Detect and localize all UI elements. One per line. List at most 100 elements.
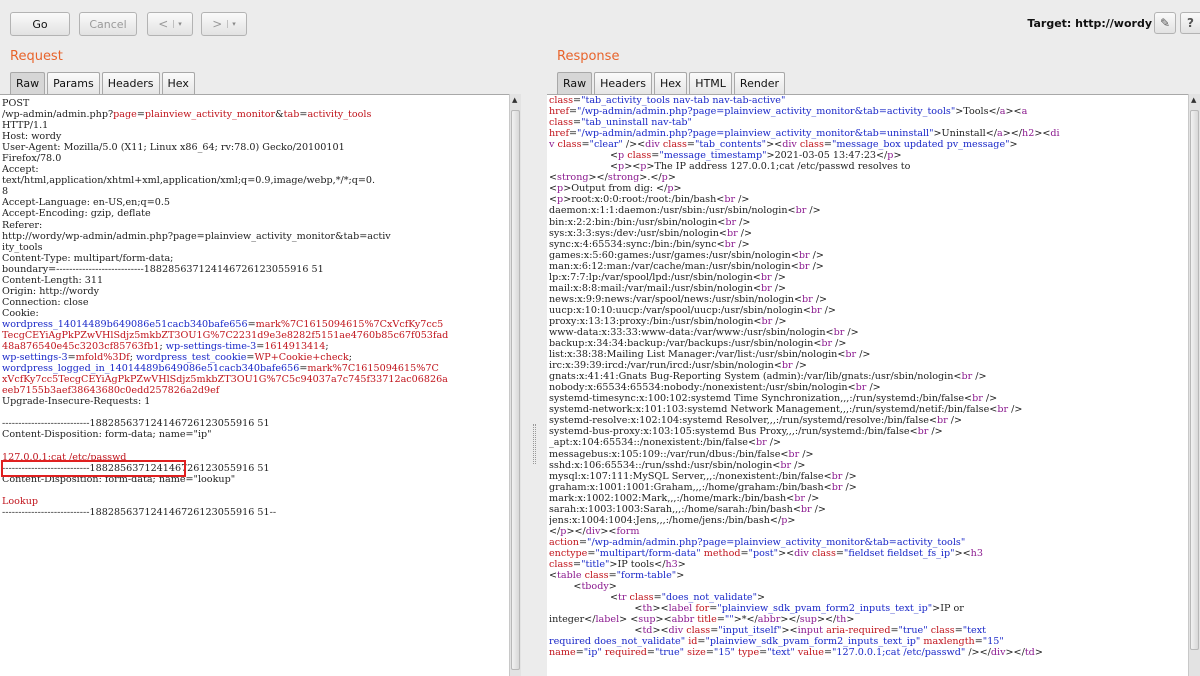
- code-token: div: [794, 547, 809, 559]
- code-token: Upgrade-Insecure-Requests: 1: [2, 396, 151, 408]
- code-token: "title": [581, 558, 610, 570]
- code-token: sup: [638, 614, 656, 626]
- response-line: systemd-resolve:x:102:104:systemd Resolv…: [549, 415, 1186, 426]
- code-token: br: [972, 393, 983, 405]
- code-token: irc:x:39:39:ircd:/var/run/ircd:/usr/sbin…: [549, 360, 782, 372]
- request-line: Content-Type: multipart/form-data;: [2, 253, 507, 264]
- response-line: sys:x:3:3:sys:/dev:/usr/sbin/nologin<br …: [549, 228, 1186, 239]
- request-tab-hex[interactable]: Hex: [161, 72, 195, 94]
- code-token: >root:x:0:0:root:/root:/bin/bash<: [563, 194, 725, 206]
- response-tab-hex[interactable]: Hex: [653, 72, 688, 94]
- code-token: />: [866, 382, 881, 394]
- forward-button[interactable]: > ▾: [201, 12, 247, 36]
- edit-target-button[interactable]: ✎: [1154, 12, 1176, 34]
- code-token: Host: wordy: [2, 131, 62, 143]
- request-scrollbar[interactable]: ▲: [509, 94, 521, 676]
- code-token: br: [845, 349, 857, 361]
- code-token: h3: [665, 558, 678, 570]
- code-token: mark%7C1615094615%7C: [307, 363, 439, 375]
- response-line: list:x:38:38:Mailing List Manager:/var/l…: [549, 349, 1186, 360]
- request-scroll-thumb[interactable]: [511, 110, 520, 670]
- back-dropdown-icon[interactable]: ▾: [173, 20, 182, 28]
- code-token: />: [809, 260, 824, 272]
- code-token: "form-table": [616, 570, 677, 582]
- code-token: />: [982, 393, 998, 405]
- code-token: />: [947, 415, 963, 427]
- request-line: wp-settings-3=mfold%3Df; wordpress_test_…: [2, 352, 507, 363]
- code-token: ></: [1005, 647, 1025, 659]
- response-scrollbar[interactable]: ▲: [1188, 94, 1200, 676]
- request-line: ---------------------------1882856371241…: [2, 507, 507, 518]
- code-token: =: [573, 117, 582, 129]
- code-token: href: [549, 128, 569, 140]
- code-token: /></: [965, 647, 991, 659]
- code-token: Origin: http://wordy: [2, 285, 100, 297]
- go-button[interactable]: Go: [10, 12, 70, 36]
- code-token: Referer:: [2, 219, 43, 231]
- response-editor[interactable]: class="tab_activity_tools nav-tab nav-ta…: [547, 94, 1188, 676]
- request-tab-params[interactable]: Params: [47, 72, 100, 94]
- code-token: Connection: close: [2, 296, 89, 308]
- code-token: >: [1009, 139, 1018, 151]
- response-line: nobody:x:65534:65534:nobody:/nonexistent…: [549, 382, 1186, 393]
- code-token: />: [766, 437, 782, 449]
- code-token: =: [569, 128, 578, 140]
- code-token: for: [695, 603, 710, 615]
- code-token: "does_not_validate": [661, 592, 758, 604]
- code-token: games:x:5:60:games:/usr/games:/usr/sbin/…: [549, 249, 799, 261]
- code-token: />: [792, 360, 807, 372]
- request-tab-raw[interactable]: Raw: [10, 72, 46, 94]
- request-line: [2, 485, 507, 496]
- code-token: <: [549, 172, 558, 184]
- code-token: br: [724, 238, 736, 250]
- code-token: td: [642, 625, 653, 637]
- response-line: required does_not_validate" id="plainvie…: [549, 636, 1186, 647]
- code-token: br: [810, 304, 822, 316]
- code-token: ><: [652, 625, 669, 637]
- response-line: sarah:x:1003:1003:Sarah,,,:/home/sarah:/…: [549, 504, 1186, 515]
- request-line: 8: [2, 186, 507, 197]
- code-token: systemd-network:x:101:103:systemd Networ…: [549, 404, 998, 416]
- response-tab-raw[interactable]: Raw: [557, 72, 593, 94]
- code-token: label: [668, 603, 693, 615]
- request-tab-headers[interactable]: Headers: [101, 72, 160, 94]
- code-token: >.</: [639, 172, 662, 184]
- response-line: <tr class="does_not_validate">: [549, 592, 1186, 603]
- code-token: Cookie:: [2, 307, 39, 319]
- response-tab-headers[interactable]: Headers: [594, 72, 652, 94]
- help-button[interactable]: ?: [1180, 12, 1200, 34]
- code-token: =: [835, 547, 844, 559]
- cancel-button[interactable]: Cancel: [79, 12, 137, 36]
- pane-divider[interactable]: [522, 44, 547, 676]
- code-token: br: [831, 481, 843, 493]
- code-token: wp-settings-time-3: [165, 341, 257, 353]
- code-token: label: [595, 614, 620, 626]
- code-token: ---------------------------1882856371241…: [2, 506, 277, 518]
- code-token: >Output from dig: </: [563, 183, 668, 195]
- code-token: >: [677, 558, 686, 570]
- back-button[interactable]: < ▾: [147, 12, 193, 36]
- forward-dropdown-icon[interactable]: ▾: [227, 20, 236, 28]
- response-line: <p>root:x:0:0:root:/root:/bin/bash<br />: [549, 194, 1186, 205]
- response-tab-html[interactable]: HTML: [689, 72, 732, 94]
- divider-grip-icon[interactable]: [533, 424, 536, 464]
- code-token: =: [581, 139, 590, 151]
- code-token: title: [697, 614, 717, 626]
- code-token: > <: [619, 614, 639, 626]
- response-tab-render[interactable]: Render: [733, 72, 786, 94]
- request-line: http://wordy/wp-admin/admin.php?page=pla…: [2, 231, 507, 242]
- request-line: Origin: http://wordy: [2, 286, 507, 297]
- response-scroll-thumb[interactable]: [1190, 110, 1199, 650]
- code-token: systemd-resolve:x:102:104:systemd Resolv…: [549, 415, 938, 427]
- code-token: =: [578, 536, 588, 548]
- request-line: [2, 440, 507, 451]
- code-token: />: [735, 238, 750, 250]
- request-editor[interactable]: POST/wp-admin/admin.php?page=plainview_a…: [0, 94, 509, 676]
- code-token: =: [686, 139, 695, 151]
- code-token: class: [584, 570, 609, 582]
- code-token: />: [804, 492, 820, 504]
- scroll-up-icon[interactable]: ▲: [512, 96, 517, 104]
- code-token: />: [972, 371, 987, 383]
- code-token: Accept:: [2, 164, 39, 176]
- scroll-up-icon[interactable]: ▲: [1191, 96, 1196, 104]
